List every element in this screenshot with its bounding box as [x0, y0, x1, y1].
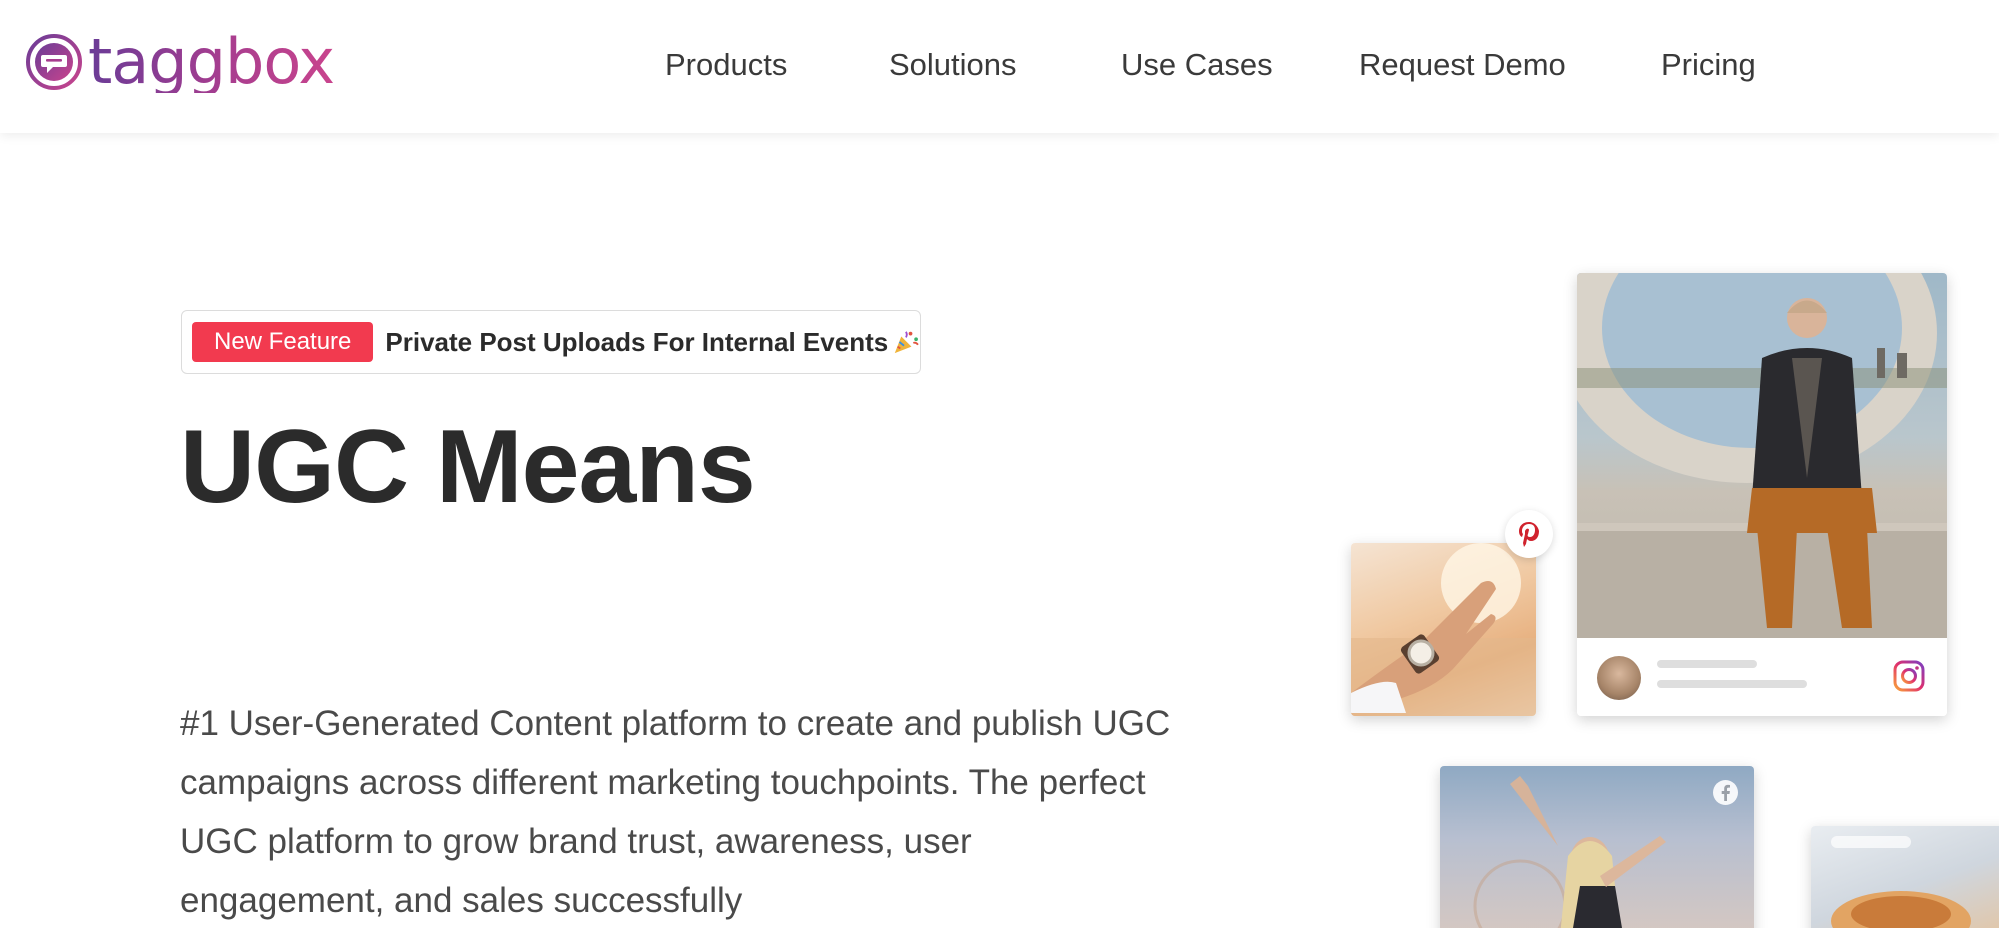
- avatar: [1597, 656, 1641, 700]
- post-photo-man-sitting: [1577, 273, 1947, 638]
- new-feature-badge: New Feature: [192, 322, 374, 362]
- feature-announcement-text: Private Post Uploads For Internal Events: [385, 326, 889, 357]
- hero-title: UGC Means: [180, 409, 756, 525]
- ugc-post-card-instagram: [1577, 273, 1947, 716]
- instagram-icon: [1893, 660, 1925, 692]
- username-placeholder: [1657, 660, 1757, 668]
- logo-wordmark: taggbox: [88, 25, 335, 98]
- logo-chat-icon: [26, 34, 82, 90]
- ugc-post-card-facebook: [1440, 766, 1754, 928]
- hero-description: #1 User-Generated Content platform to cr…: [180, 704, 1171, 920]
- party-popper-icon: [894, 331, 919, 354]
- nav-use-cases[interactable]: Use Cases: [1121, 40, 1273, 90]
- nav-request-demo[interactable]: Request Demo: [1359, 40, 1566, 90]
- ugc-post-card-food: [1811, 826, 1999, 928]
- nav-pricing[interactable]: Pricing: [1661, 40, 1756, 90]
- site-header: taggbox Products Solutions Use Cases Req…: [0, 0, 1999, 133]
- ugc-post-card-pinterest: [1351, 543, 1536, 716]
- pinterest-badge: [1505, 510, 1553, 558]
- taggbox-logo[interactable]: taggbox: [26, 22, 335, 102]
- facebook-icon: [1713, 780, 1738, 805]
- nav-solutions[interactable]: Solutions: [889, 40, 1017, 90]
- nav-products[interactable]: Products: [665, 40, 787, 90]
- new-feature-banner[interactable]: New Feature Private Post Uploads For Int…: [181, 310, 921, 374]
- pinterest-icon: [1519, 522, 1539, 547]
- post-footer: [1577, 638, 1947, 716]
- caption-placeholder: [1657, 680, 1807, 688]
